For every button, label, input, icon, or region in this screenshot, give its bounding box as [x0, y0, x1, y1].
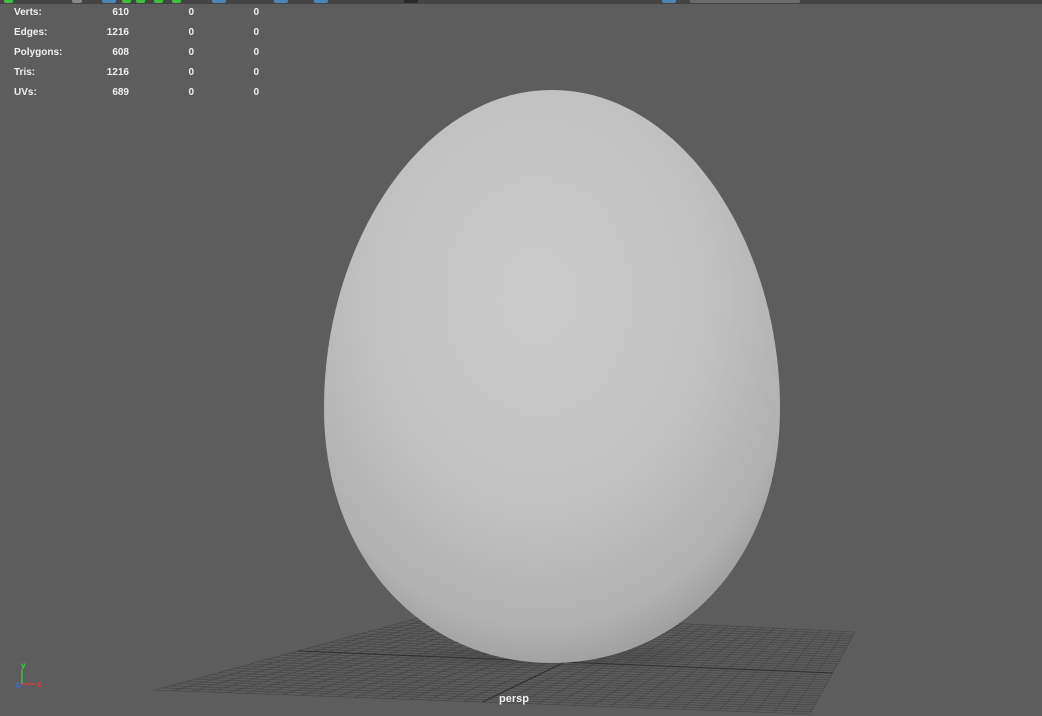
- perspective-viewport[interactable]: Verts: 610 0 0 Edges: 1216 0 0 Polygons: 608 0 0 Tri…: [0, 0, 1042, 716]
- scene-canvas[interactable]: [0, 0, 1042, 716]
- hud-value-total: 610: [112, 7, 129, 18]
- hud-value-total: 1216: [106, 27, 129, 38]
- hud-label: UVs:: [14, 87, 37, 98]
- hud-value-tris: 0: [253, 67, 259, 78]
- x-axis-label: x: [37, 680, 42, 689]
- hud-label: Edges:: [14, 27, 48, 38]
- hud-value-selected: 0: [188, 67, 194, 78]
- hud-label: Polygons:: [14, 47, 63, 58]
- hud-label: Tris:: [14, 67, 36, 78]
- view-axis-gizmo: y x z: [15, 661, 42, 689]
- hud-value-tris: 0: [253, 27, 259, 38]
- hud-value-tris: 0: [253, 87, 259, 98]
- hud-value-selected: 0: [188, 87, 194, 98]
- hud-value-selected: 0: [188, 47, 194, 58]
- hud-value-total: 608: [112, 47, 129, 58]
- hud-label: Verts:: [14, 7, 42, 18]
- hud-value-tris: 0: [253, 7, 259, 18]
- hud-value-total: 1216: [106, 67, 129, 78]
- hud-value-total: 689: [112, 87, 129, 98]
- hud-value-selected: 0: [188, 27, 194, 38]
- egg-mesh[interactable]: [324, 90, 780, 663]
- y-axis-label: y: [21, 661, 26, 670]
- hud-value-tris: 0: [253, 47, 259, 58]
- camera-name-label: persp: [499, 693, 529, 705]
- z-axis-label: z: [15, 680, 19, 689]
- hud-value-selected: 0: [188, 7, 194, 18]
